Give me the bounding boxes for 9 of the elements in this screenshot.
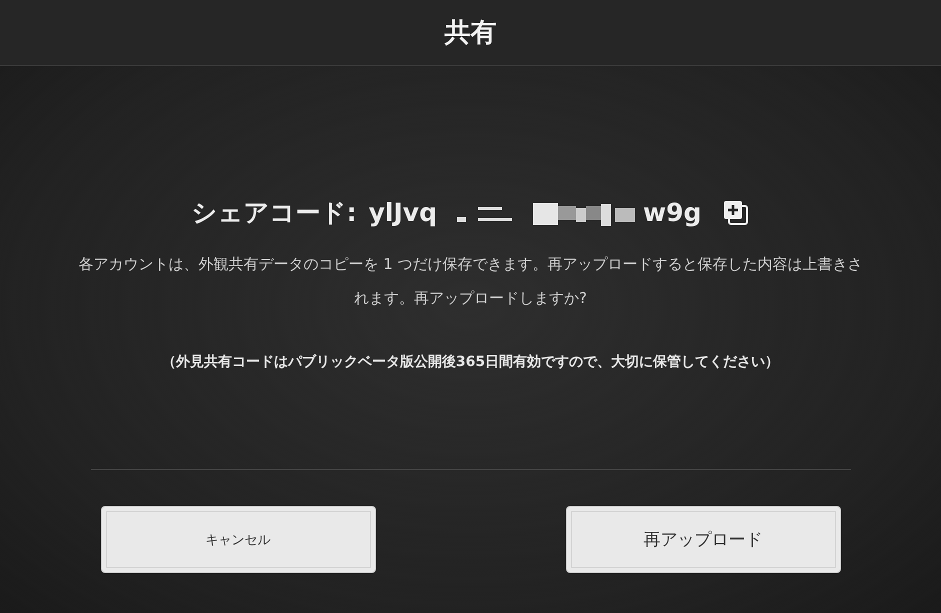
overwrite-message: 各アカウントは、外観共有データのコピーを 1 つだけ保存できます。再アップロードすると保存した内容は上書きされます。再アップロードしますか? bbox=[77, 254, 864, 309]
share-code-label: シェアコード: bbox=[192, 197, 357, 229]
dialog-title: 共有 bbox=[444, 17, 496, 50]
reupload-button[interactable]: 再アップロード bbox=[566, 506, 840, 573]
cancel-button[interactable]: キャンセル bbox=[100, 506, 376, 573]
share-code-end: w9g bbox=[642, 198, 702, 227]
validity-note: （外見共有コードはパブリックベータ版公開後365日間有効ですので、大切に保管してください） bbox=[162, 353, 780, 371]
share-code-start: ylJvq bbox=[368, 198, 437, 227]
copy-icon[interactable] bbox=[723, 200, 750, 226]
